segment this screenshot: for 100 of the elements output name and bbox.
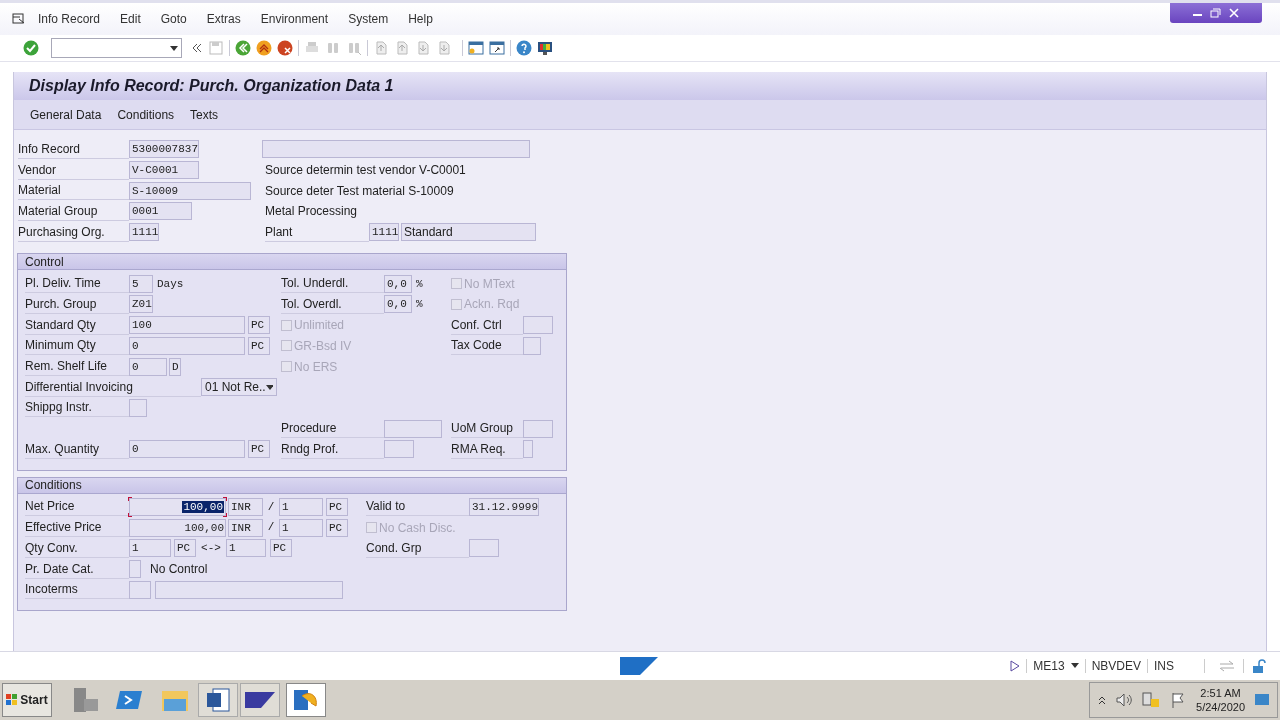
clock-date: 5/24/2020 (1196, 700, 1245, 714)
input-field[interactable]: Z01 (129, 295, 153, 314)
price-field[interactable]: 100,00 (129, 497, 226, 516)
page-icon[interactable] (394, 40, 410, 56)
unit-text: % (416, 297, 423, 313)
input-field[interactable] (469, 539, 499, 558)
input-field[interactable]: PC (270, 539, 292, 558)
binoculars-icon[interactable] (346, 40, 362, 56)
input-field[interactable] (523, 316, 553, 335)
restore-icon[interactable] (1210, 8, 1222, 18)
input-field[interactable] (523, 440, 533, 459)
speaker-icon[interactable] (1116, 693, 1133, 707)
input-field[interactable]: 100 (129, 316, 245, 335)
play-icon[interactable] (1010, 659, 1021, 672)
dropdown[interactable]: 01 Not Re.. (201, 378, 277, 397)
input-field[interactable]: 0001 (129, 202, 192, 221)
caret-icon (265, 384, 273, 390)
menu-item[interactable]: Goto (160, 10, 187, 28)
input-field[interactable]: 1111 (129, 223, 159, 242)
menu-item[interactable]: Info Record (38, 10, 101, 28)
input-field[interactable] (384, 419, 442, 438)
exit-icon[interactable] (256, 40, 272, 56)
logo-icon[interactable] (245, 692, 275, 708)
shortcut-icon[interactable] (489, 40, 505, 56)
page-icon[interactable] (415, 40, 431, 56)
input-field[interactable]: INR (228, 518, 263, 537)
input-field[interactable]: PC (326, 497, 348, 516)
caret-icon (170, 45, 178, 51)
flag-icon (6, 694, 19, 706)
input-field[interactable]: PC (326, 518, 348, 537)
input-field[interactable] (129, 398, 147, 417)
description-text: Source deter Test material S-10009 (265, 182, 454, 200)
monitor-icon[interactable] (537, 40, 553, 56)
input-field[interactable]: Standard (401, 223, 536, 242)
lock-icon[interactable] (1252, 658, 1266, 673)
input-field[interactable]: PC (248, 316, 270, 335)
chevron-up-icon[interactable] (1098, 695, 1107, 705)
input-field[interactable]: 31.12.9999 (469, 497, 539, 516)
command-field[interactable] (51, 38, 182, 58)
clock-time: 2:51 AM (1200, 686, 1241, 700)
binoculars-icon[interactable] (325, 40, 341, 56)
flag-icon[interactable] (1170, 692, 1187, 708)
screen-title: Display Info Record: Purch. Organization Data 1 (29, 76, 394, 96)
input-field[interactable] (129, 580, 151, 599)
transfer-icon[interactable] (1219, 659, 1235, 672)
price-field[interactable]: 100,00 (129, 518, 226, 537)
input-field[interactable]: 5300007837 (129, 140, 199, 159)
unit-text: / (266, 499, 276, 515)
menu-item[interactable]: Edit (120, 10, 141, 28)
input-field[interactable]: V-C0001 (129, 161, 199, 180)
input-field[interactable]: 1 (226, 539, 266, 558)
page-icon[interactable] (373, 40, 389, 56)
menu-item[interactable]: System (348, 10, 389, 28)
toolbar-button[interactable]: General Data (30, 105, 102, 124)
input-field[interactable]: 0 (129, 440, 245, 459)
menu-item[interactable]: Environment (260, 10, 329, 28)
document-icon[interactable] (205, 687, 231, 713)
desktop-icon[interactable] (1255, 693, 1269, 707)
field-label: Differential Invoicing (25, 377, 201, 397)
menu-item[interactable]: Help (408, 10, 433, 28)
input-field[interactable] (523, 336, 541, 355)
input-field[interactable]: PC (248, 440, 270, 459)
toolbar-button[interactable]: Texts (190, 105, 219, 124)
input-field[interactable]: 0 (129, 357, 167, 376)
input-field[interactable] (155, 580, 343, 599)
input-field[interactable]: 1111 (369, 223, 399, 242)
help-icon[interactable] (516, 40, 532, 56)
input-field[interactable]: INR (228, 497, 263, 516)
enter-icon[interactable] (23, 40, 39, 56)
window-controls[interactable] (1170, 3, 1262, 23)
input-field[interactable]: PC (248, 336, 270, 355)
input-field[interactable]: D (169, 357, 181, 376)
input-field[interactable]: 1 (129, 539, 171, 558)
input-field[interactable]: PC (174, 539, 196, 558)
input-field[interactable]: 0,0 (384, 274, 412, 293)
start-button[interactable]: Start (2, 683, 52, 717)
input-field[interactable] (523, 419, 553, 438)
toolbar-button[interactable]: Conditions (117, 105, 175, 124)
menu-item[interactable]: Extras (206, 10, 241, 28)
close-icon[interactable] (1228, 8, 1240, 18)
input-field[interactable] (262, 140, 530, 159)
page-icon[interactable] (436, 40, 452, 56)
input-field[interactable] (384, 440, 414, 459)
caret-icon[interactable] (1070, 663, 1079, 668)
input-field[interactable]: S-10009 (129, 181, 251, 200)
cancel-icon[interactable] (277, 40, 293, 56)
new-window-icon[interactable] (468, 40, 484, 56)
system-name: NBVDEV (1091, 657, 1141, 675)
save-icon[interactable] (208, 40, 224, 56)
input-field[interactable]: 1 (279, 497, 323, 516)
transaction-code: ME13 (1033, 657, 1065, 675)
input-field[interactable] (129, 560, 141, 579)
menu-icon[interactable] (11, 11, 27, 27)
network-icon[interactable] (1142, 692, 1161, 708)
unit-text: / (266, 520, 276, 536)
back-icon[interactable] (235, 40, 251, 56)
input-field[interactable]: 0 (129, 336, 245, 355)
input-field[interactable]: 1 (279, 518, 323, 537)
input-field[interactable]: 5 (129, 274, 153, 293)
input-field[interactable]: 0,0 (384, 295, 412, 314)
